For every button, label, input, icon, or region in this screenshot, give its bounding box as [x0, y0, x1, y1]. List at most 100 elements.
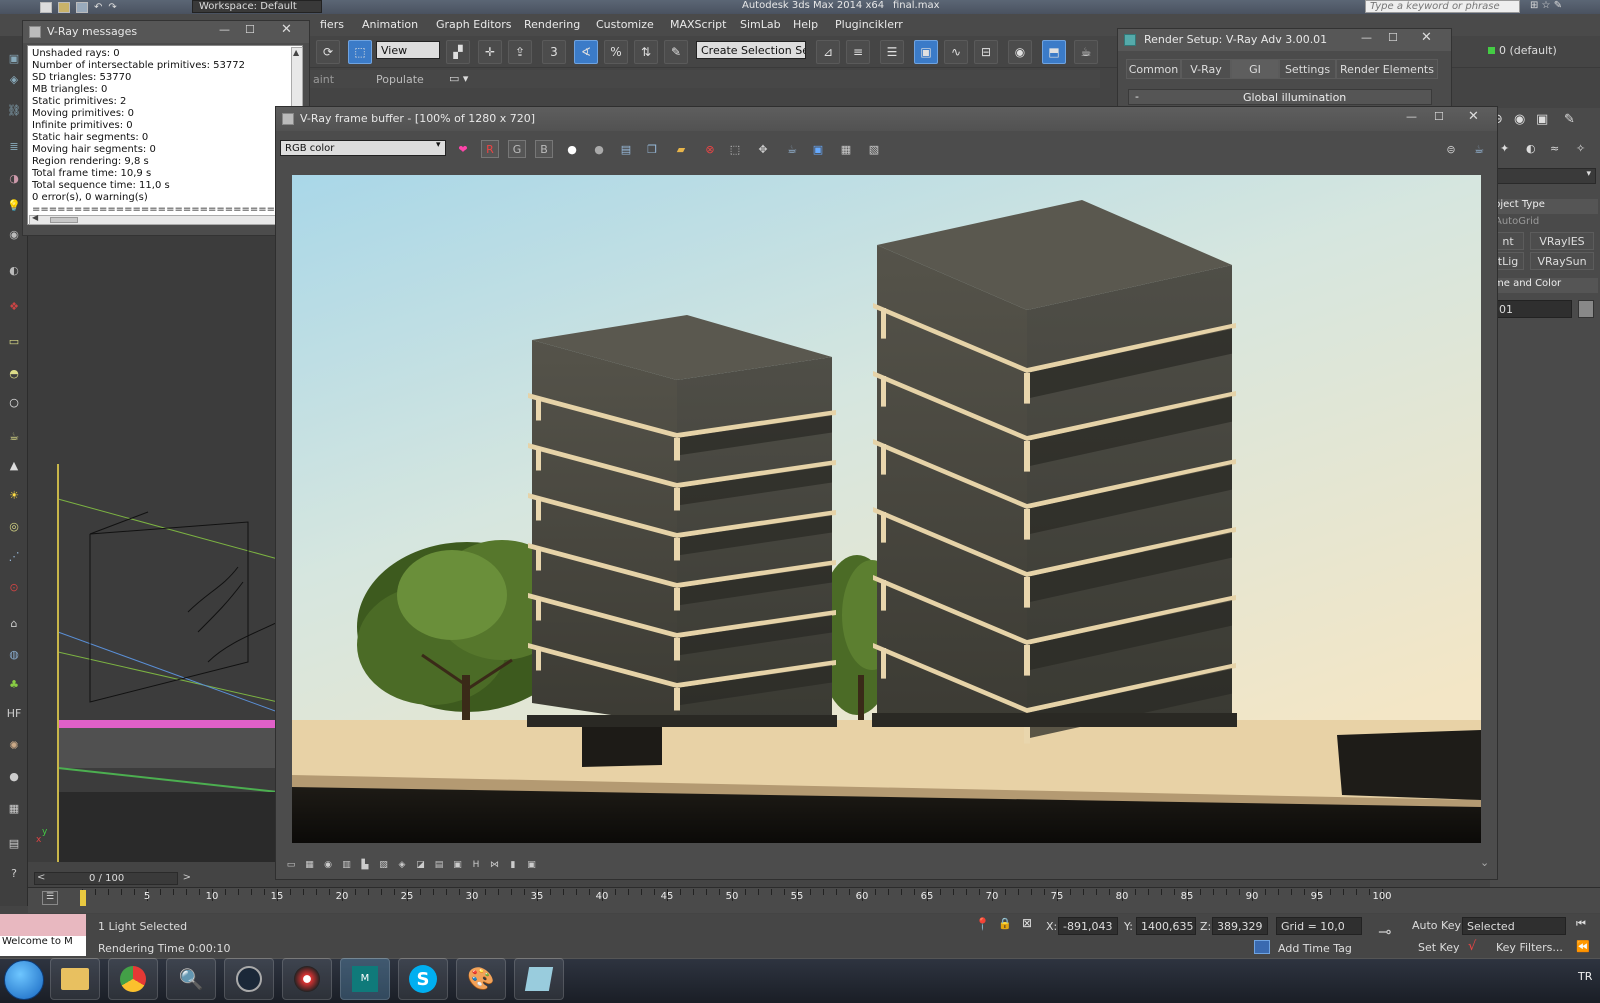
scroll-thumb[interactable]: [50, 217, 78, 223]
time-slider-prev[interactable]: <: [37, 872, 45, 883]
new-file-icon[interactable]: [40, 1, 52, 13]
grid-icon[interactable]: ▦: [4, 798, 24, 818]
duplicate-icon[interactable]: ❐: [643, 140, 661, 158]
layer-manager-icon[interactable]: ☰: [880, 40, 904, 64]
histogram-icon[interactable]: ▙: [358, 858, 372, 872]
tab-common[interactable]: Common: [1126, 59, 1181, 79]
alpha-white-icon[interactable]: ●: [563, 140, 581, 158]
x-coordinate-field[interactable]: -891,043: [1058, 917, 1118, 935]
particle-icon[interactable]: ⋰: [4, 546, 24, 566]
region-render-icon[interactable]: ⬚: [726, 140, 744, 158]
goto-start-icon[interactable]: ⏮: [1576, 917, 1586, 931]
layer-indicator[interactable]: 0 (default): [1488, 44, 1557, 57]
channel-dropdown-icon[interactable]: ▾: [436, 140, 441, 150]
open-file-icon[interactable]: [58, 1, 70, 13]
mono-icon[interactable]: ●: [590, 140, 608, 158]
snaps-toggle-icon[interactable]: 3: [542, 40, 566, 64]
cone-icon[interactable]: ▲: [4, 456, 24, 476]
maxscript-welcome[interactable]: Welcome to M: [0, 936, 86, 956]
save-image-icon[interactable]: ▤: [617, 140, 635, 158]
skype-taskbar-icon[interactable]: S: [398, 958, 448, 1000]
stop-render-icon[interactable]: ⊗: [701, 140, 719, 158]
ocio-icon[interactable]: ◪: [414, 858, 428, 872]
ribbon-item-paint[interactable]: aint: [313, 73, 334, 86]
pixel-aspect-icon[interactable]: ▣: [451, 858, 465, 872]
menu-item[interactable]: MAXScript: [670, 18, 726, 31]
load-image-icon[interactable]: ▰: [672, 140, 690, 158]
isolate-selection-icon[interactable]: 📍: [975, 917, 990, 931]
rs-minimize-button[interactable]: —: [1361, 31, 1372, 44]
object-type-rollout[interactable]: bject Type: [1492, 199, 1598, 214]
helper-icon[interactable]: ❖: [4, 296, 24, 316]
key-mode-select[interactable]: Selected: [1462, 917, 1566, 935]
3dsmax-taskbar-icon[interactable]: M: [340, 958, 390, 1000]
ribbon-item-populate[interactable]: Populate: [376, 73, 424, 86]
teapot-icon[interactable]: ☕: [4, 426, 24, 446]
language-indicator[interactable]: TR: [1578, 970, 1592, 983]
maxscript-listener-pink[interactable]: [0, 914, 86, 936]
color-bars-icon[interactable]: ▮: [506, 858, 520, 872]
link-icon[interactable]: ⛓: [4, 101, 24, 121]
menu-item[interactable]: Help: [793, 18, 818, 31]
icc-icon[interactable]: ◈: [395, 858, 409, 872]
align-icon[interactable]: ≡: [846, 40, 870, 64]
prev-key-icon[interactable]: ⏪: [1576, 940, 1590, 953]
help-icons[interactable]: ⊞ ☆ ✎: [1530, 0, 1600, 13]
exposure-icon[interactable]: ▥: [340, 858, 354, 872]
systems-category-icon[interactable]: ✧: [1576, 142, 1585, 155]
pivot-icon[interactable]: ▞: [446, 40, 470, 64]
tab-settings[interactable]: Settings: [1279, 59, 1336, 79]
scroll-left-icon[interactable]: ◀: [32, 213, 38, 222]
ribbon-dropdown-icon[interactable]: ▭ ▾: [449, 72, 468, 85]
move-icon[interactable]: ◈: [4, 69, 24, 89]
explorer-taskbar-icon[interactable]: [50, 958, 100, 1000]
tab-vray[interactable]: V-Ray: [1181, 59, 1231, 79]
undo-icon[interactable]: ↶: [94, 2, 102, 13]
vfb-history-icon[interactable]: ⊜: [1442, 140, 1460, 158]
minimize-button[interactable]: —: [219, 23, 230, 36]
modify-tab-icon[interactable]: ◉: [1514, 112, 1525, 127]
maximize-button[interactable]: ☐: [245, 23, 255, 36]
percent-snap-icon[interactable]: %: [604, 40, 628, 64]
tab-render-elements[interactable]: Render Elements: [1336, 59, 1438, 79]
save-icon[interactable]: [76, 1, 88, 13]
close-button[interactable]: ✕: [281, 22, 292, 37]
render-frame-icon[interactable]: ☕: [1074, 40, 1098, 64]
angle-snap-icon[interactable]: ∢: [574, 40, 598, 64]
category-dropdown[interactable]: ▾: [1492, 168, 1596, 184]
add-time-tag[interactable]: Add Time Tag: [1278, 942, 1352, 955]
selection-lock-icon[interactable]: 🔒: [998, 917, 1012, 930]
menu-item[interactable]: SimLab: [740, 18, 781, 31]
workspace-selector[interactable]: Workspace: Default: [192, 0, 322, 13]
key-filter-icon[interactable]: √: [1468, 939, 1476, 954]
rotate-icon[interactable]: ⟳: [316, 40, 340, 64]
media-player-taskbar-icon[interactable]: [282, 958, 332, 1000]
camera-icon[interactable]: ◉: [4, 225, 24, 245]
notes-taskbar-icon[interactable]: [514, 958, 564, 1000]
paint-taskbar-icon[interactable]: 🎨: [456, 958, 506, 1000]
select-manipulate-icon[interactable]: ✛: [478, 40, 502, 64]
key-filters-button[interactable]: Key Filters...: [1496, 941, 1563, 954]
time-slider-next[interactable]: >: [183, 872, 191, 883]
rollout-collapse-icon[interactable]: -: [1135, 90, 1139, 103]
globe-icon[interactable]: ◍: [4, 645, 24, 665]
time-tag-icon[interactable]: [1254, 940, 1270, 954]
vfb-close-button[interactable]: ✕: [1468, 109, 1479, 124]
vfb-lens-icon[interactable]: ☕: [1470, 140, 1488, 158]
set-key-icon[interactable]: ⊸: [1378, 922, 1391, 941]
start-button[interactable]: [4, 960, 44, 1000]
search-tool-taskbar-icon[interactable]: 🔍: [166, 958, 216, 1000]
named-selection-set[interactable]: Create Selection Se: [696, 41, 806, 59]
hair-icon[interactable]: HF: [4, 704, 24, 724]
keyboard-shortcut-icon[interactable]: ⇪: [508, 40, 532, 64]
scroll-up-icon[interactable]: ▲: [293, 48, 299, 57]
time-slider[interactable]: < 0 / 100 >: [34, 872, 191, 885]
channel-blue-toggle[interactable]: B: [535, 140, 553, 158]
menu-item[interactable]: Graph Editors: [436, 18, 512, 31]
name-color-rollout[interactable]: me and Color: [1492, 278, 1598, 293]
lut-icon[interactable]: ▧: [865, 140, 883, 158]
time-ruler-cursor[interactable]: [80, 890, 86, 906]
absolute-mode-icon[interactable]: ⊠: [1022, 916, 1032, 930]
bind-icon[interactable]: ◑: [4, 168, 24, 188]
lens-effects-icon[interactable]: ▣: [525, 858, 539, 872]
